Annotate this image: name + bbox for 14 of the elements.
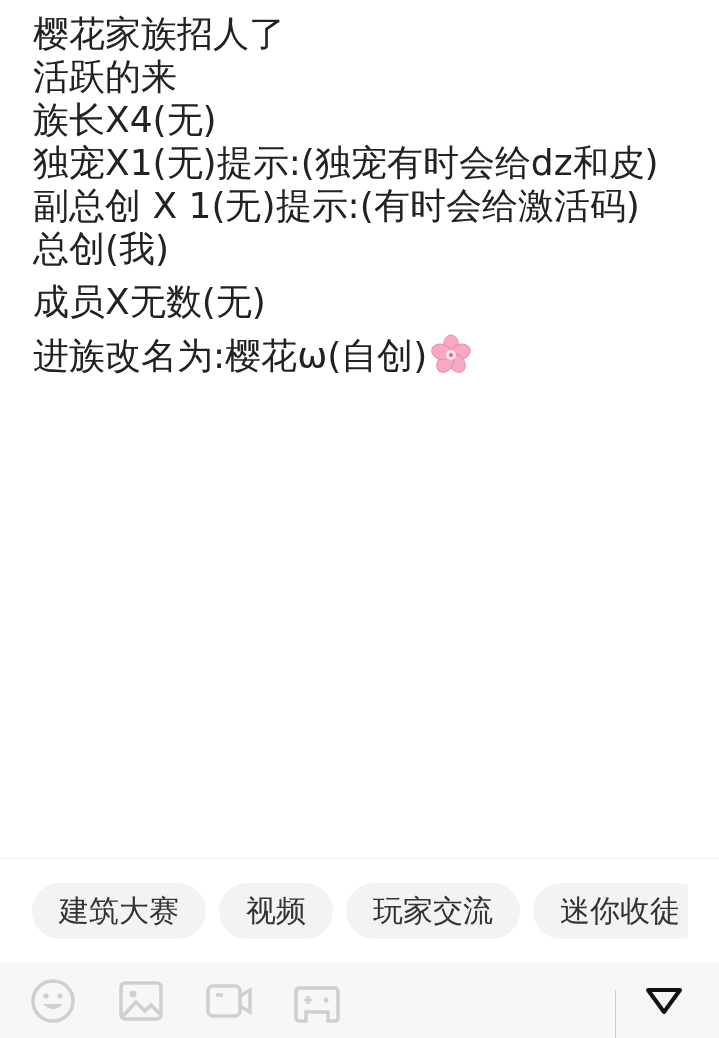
emoji-icon[interactable] [30,977,76,1024]
topic-tag[interactable]: 建筑大赛 [32,883,206,939]
post-text-line: 进族改名为:樱花ω(自创) [33,333,428,377]
post-text-line: 副总创 X 1(无)提示:(有时会给激活码) [33,184,640,227]
collapse-triangle-icon[interactable] [644,985,684,1016]
post-text-line: 活跃的来 [33,55,177,98]
topic-tag[interactable]: 迷你收徒 [533,883,688,939]
topic-tag[interactable]: 玩家交流 [346,883,520,939]
post-text-line: 族长X4(无) [33,98,217,141]
post-text-line: 樱花家族招人了 [33,12,285,55]
topic-tag[interactable]: 视频 [219,883,333,939]
post-text-line: 成员X无数(无) [33,280,266,323]
post-text-line: 独宠X1(无)提示:(独宠有时会给dz和皮) [33,141,659,184]
post-text-line: 总创(我) [33,227,170,270]
